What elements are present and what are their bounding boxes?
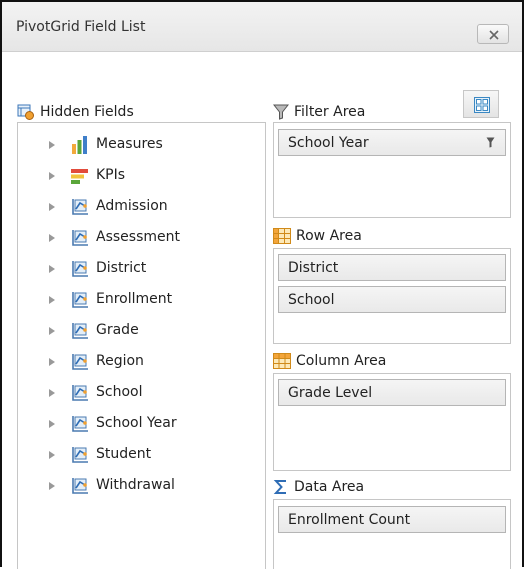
tree-item-label: Student: [96, 446, 152, 462]
tree-item-label: Withdrawal: [96, 477, 175, 493]
data-area-drop-zone[interactable]: Enrollment Count: [273, 499, 511, 569]
field-chip-label: School Year: [288, 135, 369, 151]
tree-item-label: Assessment: [96, 229, 180, 245]
expand-arrow-icon[interactable]: [49, 265, 55, 273]
pivotgrid-field-list-window: PivotGrid Field List Hidden Fields Measu…: [0, 0, 524, 569]
column-area-drop-zone[interactable]: Grade Level: [273, 373, 511, 471]
field-chip-label: Enrollment Count: [288, 512, 411, 528]
column-area-label: Column Area: [296, 353, 387, 369]
tree-item-district[interactable]: District: [18, 257, 265, 281]
expand-arrow-icon[interactable]: [49, 141, 55, 149]
dimension-icon: [72, 230, 88, 246]
field-chip-label: District: [288, 260, 339, 276]
filter-icon[interactable]: [486, 137, 495, 148]
tree-item-region[interactable]: Region: [18, 350, 265, 374]
expand-arrow-icon[interactable]: [49, 234, 55, 242]
column-grid-icon: [273, 353, 291, 369]
column-field-grade-level[interactable]: Grade Level: [278, 379, 506, 406]
dimension-icon: [72, 478, 88, 494]
expand-arrow-icon[interactable]: [49, 296, 55, 304]
tree-item-grade[interactable]: Grade: [18, 319, 265, 343]
tree-item-admission[interactable]: Admission: [18, 195, 265, 219]
tree-item-label: School Year: [96, 415, 177, 431]
tree-item-school[interactable]: School: [18, 381, 265, 405]
tree-item-assessment[interactable]: Assessment: [18, 226, 265, 250]
field-chip-label: Grade Level: [288, 385, 373, 401]
expand-arrow-icon[interactable]: [49, 327, 55, 335]
window-title: PivotGrid Field List: [16, 19, 146, 35]
row-grid-icon: [273, 228, 291, 244]
data-area-header: Data Area: [273, 479, 364, 495]
row-area-drop-zone[interactable]: District School: [273, 248, 511, 344]
tree-item-label: District: [96, 260, 147, 276]
tree-item-kpis[interactable]: KPIs: [18, 164, 265, 188]
tree-item-label: Grade: [96, 322, 139, 338]
filter-field-school-year[interactable]: School Year: [278, 129, 506, 156]
data-field-enrollment-count[interactable]: Enrollment Count: [278, 506, 506, 533]
expand-arrow-icon[interactable]: [49, 172, 55, 180]
data-area-label: Data Area: [294, 479, 365, 495]
tree-item-label: Measures: [96, 136, 163, 152]
dimension-icon: [72, 292, 88, 308]
layout-button[interactable]: [463, 90, 499, 118]
title-bar: PivotGrid Field List: [2, 2, 522, 52]
filter-area-drop-zone[interactable]: School Year: [273, 122, 511, 218]
filter-area-header: Filter Area: [273, 104, 365, 120]
hidden-fields-list[interactable]: Measures KPIs Admission Assessment Distr…: [17, 122, 266, 569]
tree-item-label: KPIs: [96, 167, 126, 183]
tree-item-label: Admission: [96, 198, 168, 214]
expand-arrow-icon[interactable]: [49, 203, 55, 211]
row-area-label: Row Area: [296, 228, 362, 244]
expand-arrow-icon[interactable]: [49, 420, 55, 428]
dimension-icon: [72, 323, 88, 339]
hidden-fields-icon: [17, 104, 34, 120]
layout-grid-icon: [474, 97, 490, 113]
tree-item-school-year[interactable]: School Year: [18, 412, 265, 436]
tree-item-measures[interactable]: Measures: [18, 133, 265, 157]
sigma-icon: [273, 480, 286, 494]
expand-arrow-icon[interactable]: [49, 389, 55, 397]
tree-item-student[interactable]: Student: [18, 443, 265, 467]
column-area-header: Column Area: [273, 353, 386, 369]
expand-arrow-icon[interactable]: [49, 358, 55, 366]
funnel-icon: [273, 104, 289, 120]
hidden-fields-header: Hidden Fields: [17, 104, 134, 120]
tree-item-label: School: [96, 384, 143, 400]
dimension-icon: [72, 416, 88, 432]
dimension-icon: [72, 354, 88, 370]
row-field-district[interactable]: District: [278, 254, 506, 281]
tree-item-enrollment[interactable]: Enrollment: [18, 288, 265, 312]
measures-bar-chart-icon: [72, 136, 87, 154]
tree-item-withdrawal[interactable]: Withdrawal: [18, 474, 265, 498]
row-field-school[interactable]: School: [278, 286, 506, 313]
close-button[interactable]: [477, 24, 509, 44]
tree-item-label: Enrollment: [96, 291, 173, 307]
tree-item-label: Region: [96, 353, 144, 369]
row-area-header: Row Area: [273, 228, 362, 244]
expand-arrow-icon[interactable]: [49, 482, 55, 490]
expand-arrow-icon[interactable]: [49, 451, 55, 459]
dimension-icon: [72, 447, 88, 463]
close-x-icon: [489, 30, 499, 40]
dimension-icon: [72, 261, 88, 277]
hidden-fields-label: Hidden Fields: [40, 104, 134, 120]
field-chip-label: School: [288, 292, 335, 308]
dimension-icon: [72, 385, 88, 401]
filter-area-label: Filter Area: [294, 104, 366, 120]
kpi-bars-icon: [71, 169, 88, 184]
dimension-icon: [72, 199, 88, 215]
